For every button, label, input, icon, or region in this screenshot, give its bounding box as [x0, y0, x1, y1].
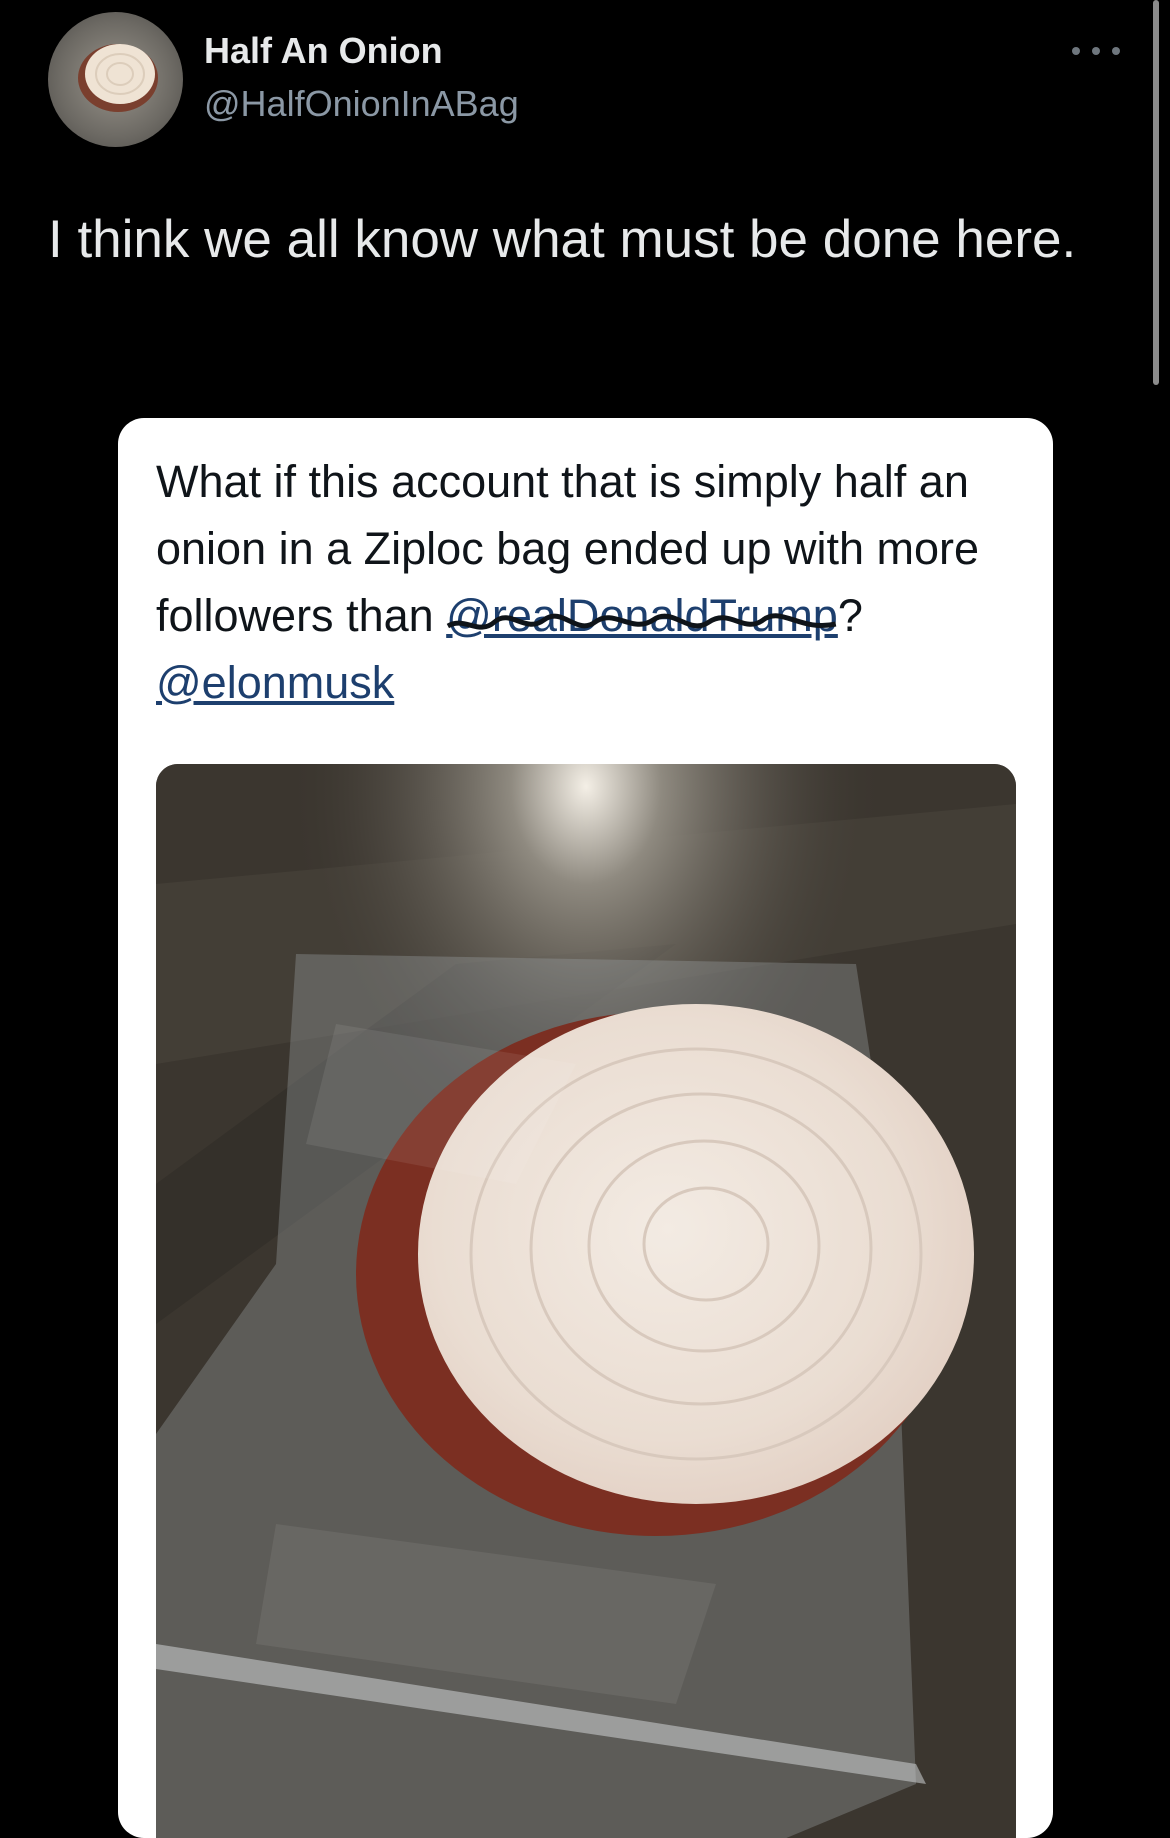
- mention-redacted-label: @realDonaldTrump: [446, 590, 838, 641]
- mention-link-elonmusk[interactable]: @elonmusk: [156, 657, 394, 708]
- quoted-tweet-text: What if this account that is simply half…: [156, 448, 1026, 716]
- mention-separator: ?: [837, 590, 863, 641]
- scrollbar[interactable]: [1153, 0, 1159, 385]
- author-display-name[interactable]: Half An Onion: [204, 30, 443, 72]
- tweet-text: I think we all know what must be done he…: [48, 210, 1077, 269]
- author-handle[interactable]: @HalfOnionInABag: [204, 83, 519, 125]
- onion-avatar-image: [78, 44, 158, 112]
- quoted-tweet-photo[interactable]: [156, 764, 1016, 1838]
- mention-link-redacted[interactable]: @realDonaldTrump: [446, 590, 838, 641]
- more-horizontal-icon[interactable]: [1072, 36, 1120, 66]
- quoted-tweet-card[interactable]: What if this account that is simply half…: [118, 418, 1053, 1838]
- author-avatar[interactable]: [48, 12, 183, 147]
- onion-in-bag-image: [156, 764, 1016, 1838]
